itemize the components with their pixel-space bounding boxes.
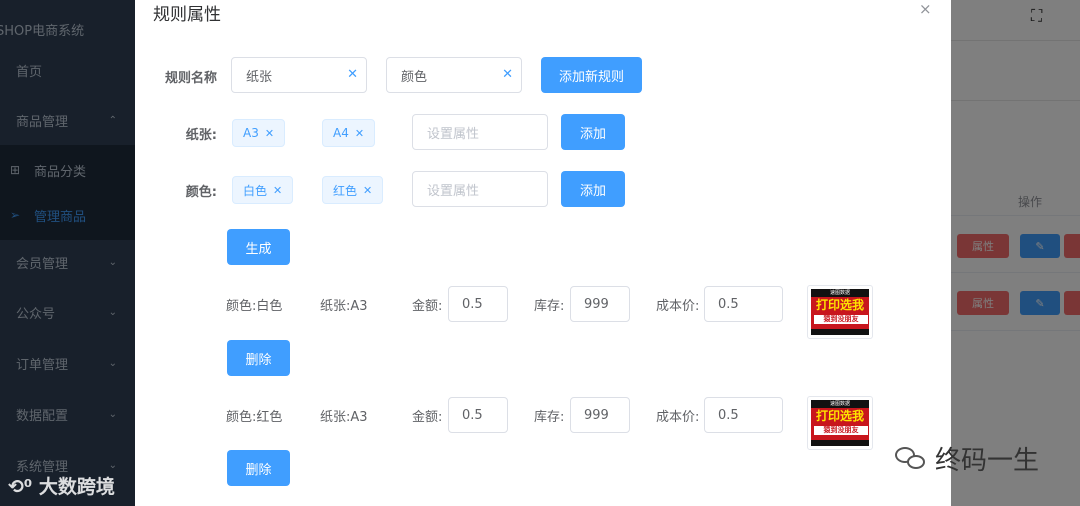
attribute-group-label: 颜色: (185, 185, 217, 200)
thumbnail-top-text: 速图数据 (811, 289, 869, 297)
sku-price-label: 金额: (412, 299, 443, 314)
tag-label: 白色 (243, 183, 268, 198)
logo-icon: ⟲⁰ (8, 476, 33, 498)
close-icon[interactable]: ✕ (355, 127, 364, 140)
add-attribute-button[interactable]: 添加 (561, 171, 625, 207)
rule-attribute-dialog: 规则属性 × 规则名称 纸张 ✕ 颜色 ✕ 添加新规则 纸张: A3 ✕ A4 … (135, 0, 951, 506)
thumbnail-sub-text: 猿到没朋友 (814, 426, 868, 435)
rule-name-input[interactable]: 纸张 ✕ (231, 57, 367, 93)
thumbnail-main-text: 打印选我 (815, 298, 864, 312)
watermark-right-text: 终码一生 (935, 446, 1040, 476)
add-attribute-button[interactable]: 添加 (561, 114, 625, 150)
input-placeholder: 设置属性 (427, 183, 480, 199)
attribute-value-input[interactable]: 设置属性 (412, 114, 548, 150)
sku-price-input[interactable]: 0.5 (448, 286, 508, 322)
tag-label: A3 (243, 126, 259, 140)
tag-label: A4 (333, 126, 349, 140)
sku-paper-text: 纸张:A3 (320, 410, 368, 425)
delete-sku-button[interactable]: 删除 (227, 450, 290, 486)
sku-color-text: 颜色:白色 (226, 299, 283, 314)
generate-button[interactable]: 生成 (227, 229, 290, 265)
sku-price-label: 金额: (412, 410, 443, 425)
sku-color-text: 颜色:红色 (226, 410, 283, 425)
close-icon[interactable]: ✕ (273, 184, 282, 197)
watermark-left: ⟲⁰ 大数跨境 (8, 472, 115, 499)
watermark-left-text: 大数跨境 (38, 476, 115, 498)
sku-stock-label: 库存: (534, 410, 565, 425)
clear-icon[interactable]: ✕ (347, 67, 358, 82)
wechat-icon (893, 445, 929, 473)
sku-cost-input[interactable]: 0.5 (704, 286, 783, 322)
sku-image-thumbnail[interactable]: 速图数据 打印选我 猿到没朋友 (807, 396, 873, 450)
dialog-title: 规则属性 (153, 5, 221, 25)
rule-name-label: 规则名称 (164, 71, 217, 86)
thumbnail-image: 速图数据 打印选我 猿到没朋友 (811, 400, 869, 446)
close-icon[interactable]: × (919, 0, 932, 18)
rule-name-input[interactable]: 颜色 ✕ (386, 57, 522, 93)
add-rule-button[interactable]: 添加新规则 (541, 57, 642, 93)
sku-stock-input[interactable]: 999 (570, 397, 630, 433)
close-icon[interactable]: ✕ (363, 184, 372, 197)
sku-cost-label: 成本价: (656, 410, 700, 425)
sku-paper-text: 纸张:A3 (320, 299, 368, 314)
input-placeholder: 设置属性 (427, 126, 480, 142)
sku-stock-input[interactable]: 999 (570, 286, 630, 322)
tag-label: 红色 (333, 183, 358, 198)
sku-image-thumbnail[interactable]: 速图数据 打印选我 猿到没朋友 (807, 285, 873, 339)
rule-name-value: 颜色 (401, 69, 428, 85)
thumbnail-bottom-bar (811, 329, 869, 335)
thumbnail-main-text: 打印选我 (815, 409, 864, 423)
attribute-tag[interactable]: 红色 ✕ (322, 176, 384, 204)
thumbnail-sub-text: 猿到没朋友 (814, 315, 868, 324)
thumbnail-image: 速图数据 打印选我 猿到没朋友 (811, 289, 869, 335)
thumbnail-bottom-bar (811, 440, 869, 446)
sku-price-input[interactable]: 0.5 (448, 397, 508, 433)
watermark-right: 终码一生 (893, 440, 1039, 477)
close-icon[interactable]: ✕ (265, 127, 274, 140)
rule-name-value: 纸张 (246, 69, 273, 85)
attribute-tag[interactable]: A3 ✕ (232, 119, 286, 147)
attribute-tag[interactable]: A4 ✕ (322, 119, 376, 147)
thumbnail-top-text: 速图数据 (811, 400, 869, 408)
sku-cost-label: 成本价: (656, 299, 700, 314)
attribute-value-input[interactable]: 设置属性 (412, 171, 548, 207)
attribute-tag[interactable]: 白色 ✕ (232, 176, 294, 204)
clear-icon[interactable]: ✕ (502, 67, 513, 82)
sku-stock-label: 库存: (534, 299, 565, 314)
delete-sku-button[interactable]: 删除 (227, 340, 290, 376)
attribute-group-label: 纸张: (185, 128, 217, 143)
sku-cost-input[interactable]: 0.5 (704, 397, 783, 433)
